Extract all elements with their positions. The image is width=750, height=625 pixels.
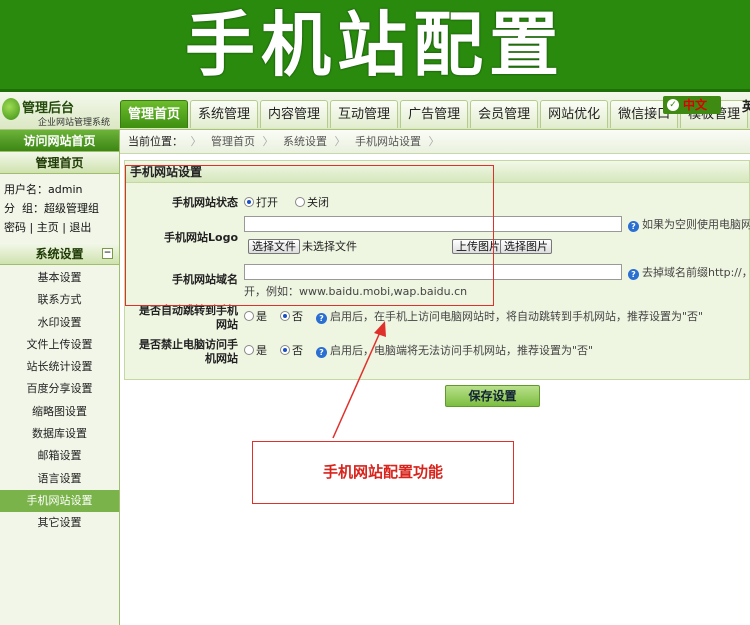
callout-box: 手机网站配置功能 (252, 441, 514, 504)
annotation-arrow-icon (332, 321, 386, 439)
callout-text: 手机网站配置功能 (322, 463, 443, 481)
